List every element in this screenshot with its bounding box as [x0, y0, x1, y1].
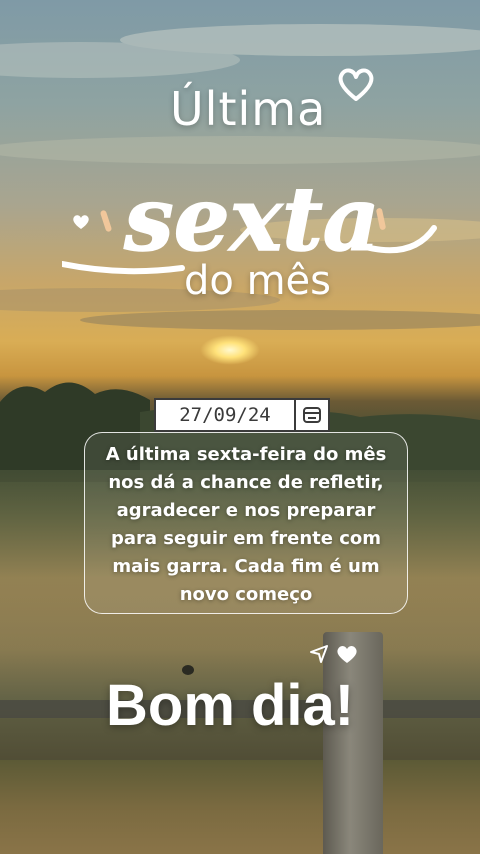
- sun: [200, 335, 260, 365]
- story-card: Última sexta do mês 27/09/24 A última se…: [0, 0, 480, 854]
- date-text: 27/09/24: [179, 404, 271, 426]
- title-sexta-text: sexta: [123, 168, 380, 271]
- title-ultima: Última: [170, 82, 327, 136]
- heart-icon[interactable]: [336, 644, 358, 664]
- message-card: A última sexta-feira do mês nos dá a cha…: [84, 432, 408, 614]
- grass: [0, 760, 480, 854]
- heart-icon: [338, 68, 374, 101]
- message-text: A última sexta-feira do mês nos dá a cha…: [105, 444, 387, 605]
- calendar-icon: [294, 400, 328, 430]
- fence-post: [323, 632, 383, 854]
- title-do-mes: do mês: [184, 258, 331, 304]
- date-badge: 27/09/24: [154, 398, 330, 432]
- greeting: Bom dia!: [106, 673, 355, 738]
- send-icon[interactable]: [309, 644, 329, 664]
